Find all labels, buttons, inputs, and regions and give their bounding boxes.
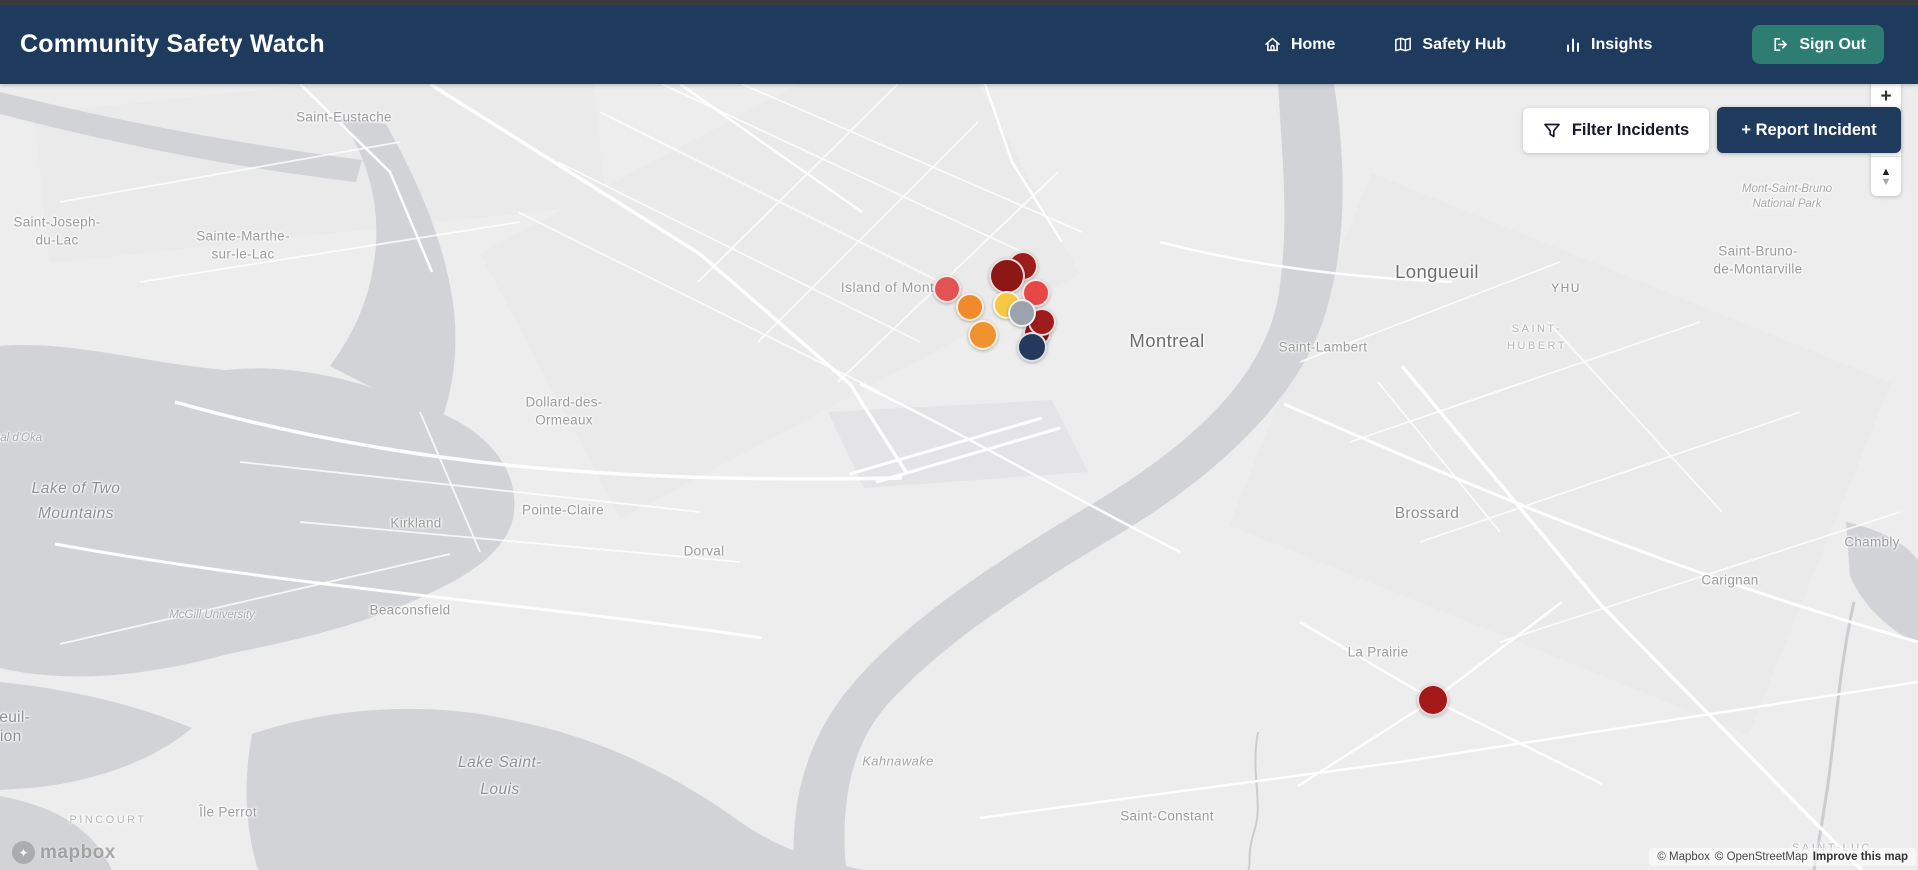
attribution-mapbox-link[interactable]: © Mapbox bbox=[1657, 851, 1710, 863]
home-icon bbox=[1265, 37, 1280, 52]
zoom-in-glyph: + bbox=[1880, 86, 1892, 108]
sign-out-icon bbox=[1774, 37, 1788, 52]
incident-marker[interactable] bbox=[1017, 332, 1047, 362]
nav-item-insights[interactable]: Insights bbox=[1564, 36, 1652, 54]
nav-label-home: Home bbox=[1290, 35, 1336, 53]
incident-marker[interactable] bbox=[968, 320, 998, 350]
incident-marker[interactable] bbox=[1417, 684, 1449, 716]
sign-out-label: Sign Out bbox=[1799, 35, 1866, 53]
bar-chart-icon bbox=[1567, 38, 1579, 52]
incident-marker[interactable] bbox=[933, 275, 961, 303]
report-incident-button[interactable]: + Report Incident bbox=[1717, 107, 1901, 153]
tilt-down-icon: ▼ bbox=[1880, 175, 1892, 188]
mapbox-logo-text: mapbox bbox=[40, 841, 116, 863]
app-title: Community Safety Watch bbox=[20, 30, 325, 58]
sign-out-button[interactable]: Sign Out bbox=[1752, 25, 1884, 64]
incident-marker[interactable] bbox=[989, 258, 1025, 294]
nav-item-safety-hub[interactable]: Safety Hub bbox=[1393, 35, 1506, 54]
window-top-edge bbox=[0, 0, 1918, 5]
tilt-control[interactable]: ▲ ▼ bbox=[1871, 157, 1901, 196]
nav-label-insights: Insights bbox=[1591, 35, 1653, 53]
incident-marker[interactable] bbox=[1008, 299, 1036, 327]
app-header: Community Safety Watch Home Safety Hub I… bbox=[0, 0, 1918, 84]
mapbox-logo-icon: ✦ bbox=[12, 841, 35, 864]
report-incident-label: + Report Incident bbox=[1741, 120, 1877, 139]
nav-label-safety-hub: Safety Hub bbox=[1422, 35, 1506, 53]
improve-map-link[interactable]: Improve this map bbox=[1813, 851, 1908, 863]
funnel-icon bbox=[1543, 123, 1560, 138]
map-attribution: © Mapbox © OpenStreetMap Improve this ma… bbox=[1649, 848, 1916, 866]
mapbox-logo[interactable]: ✦ mapbox bbox=[12, 841, 116, 864]
filter-incidents-button[interactable]: Filter Incidents bbox=[1523, 108, 1709, 153]
map-icon bbox=[1395, 37, 1412, 52]
main-nav: Home Safety Hub Insights Sign Out bbox=[1263, 25, 1884, 64]
incident-marker[interactable] bbox=[956, 293, 984, 321]
attribution-osm-link[interactable]: © OpenStreetMap bbox=[1715, 851, 1808, 863]
filter-incidents-label: Filter Incidents bbox=[1571, 121, 1690, 139]
nav-item-home[interactable]: Home bbox=[1263, 35, 1335, 54]
